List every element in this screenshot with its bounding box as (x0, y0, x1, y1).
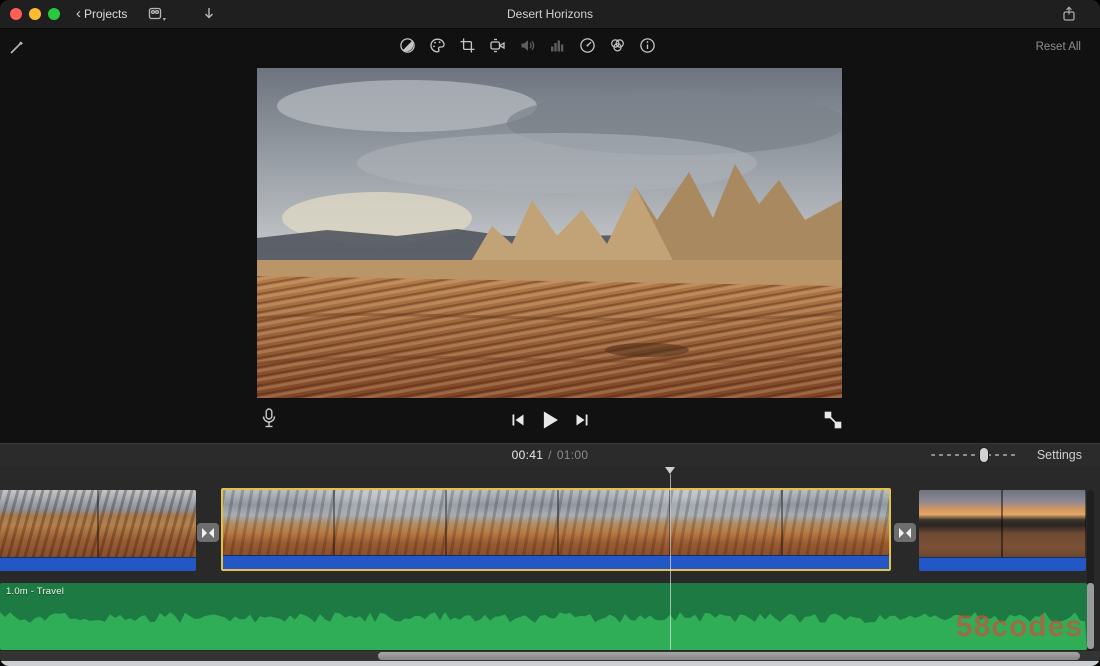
timeline-clip-1[interactable] (0, 490, 196, 571)
time-separator: / (548, 448, 552, 462)
play-button[interactable] (539, 409, 561, 434)
color-correction-icon[interactable] (429, 37, 446, 54)
crop-icon[interactable] (459, 37, 476, 54)
adjustment-toolbar (399, 37, 656, 54)
transition-icon[interactable] (197, 523, 219, 542)
color-balance-icon[interactable] (399, 37, 416, 54)
chevron-left-icon: ‹ (76, 6, 81, 21)
timeline-controls: Settings (931, 444, 1088, 466)
total-time: 01:00 (557, 448, 589, 462)
transition-icon[interactable] (894, 523, 916, 542)
titlebar: ‹ Projects Desert Horizons (0, 0, 1100, 29)
viewer-area: Reset All (0, 29, 1100, 443)
fullscreen-expand-icon[interactable] (821, 408, 845, 432)
playhead-handle[interactable] (665, 467, 675, 474)
music-clip-label: 1.0m - Travel (6, 586, 64, 597)
watermark-text: 58codes (956, 610, 1083, 644)
volume-icon[interactable] (519, 37, 536, 54)
speed-icon[interactable] (579, 37, 596, 54)
clip-info-icon[interactable] (639, 37, 656, 54)
zoom-slider-track (931, 454, 1019, 456)
download-icon[interactable] (201, 6, 221, 22)
back-to-projects-label: Projects (84, 7, 127, 21)
background-music-clip[interactable]: 1.0m - Travel (0, 583, 1087, 650)
zoom-window-button[interactable] (48, 8, 60, 20)
vertical-scrollbar[interactable] (1087, 490, 1094, 651)
video-preview (257, 68, 842, 398)
current-time: 00:41 (512, 448, 544, 462)
minimize-window-button[interactable] (29, 8, 41, 20)
skip-back-button[interactable] (510, 412, 526, 431)
timecode-bar: 00:41 / 01:00 Settings (0, 443, 1100, 467)
import-media-icon[interactable] (148, 6, 168, 22)
timeline[interactable]: 1.0m - Travel 58codes (0, 466, 1100, 661)
timeline-zoom-slider[interactable] (931, 448, 1019, 462)
playhead-line (670, 474, 671, 650)
imovie-window: ‹ Projects Desert Horizons (0, 0, 1100, 666)
clip-2-thumbnails (223, 490, 889, 556)
clip-filter-icon[interactable] (609, 37, 626, 54)
playback-controls (510, 409, 590, 434)
close-window-button[interactable] (10, 8, 22, 20)
desert-landscape-image (257, 68, 842, 398)
horizontal-scrollbar[interactable] (0, 651, 1100, 661)
vertical-scrollbar-thumb[interactable] (1087, 583, 1094, 649)
clip-1-thumbnails (0, 490, 196, 558)
back-to-projects-button[interactable]: ‹ Projects (72, 4, 131, 24)
share-icon[interactable] (1060, 5, 1078, 23)
timeline-clip-3[interactable] (919, 490, 1086, 571)
clip-3-thumbnails (919, 490, 1086, 558)
settings-button[interactable]: Settings (1031, 447, 1088, 463)
reset-all-button[interactable]: Reset All (1030, 40, 1087, 54)
horizontal-scrollbar-thumb[interactable] (378, 652, 1080, 660)
clip-2-audio-strip (223, 555, 889, 569)
record-voiceover-button[interactable] (259, 407, 279, 431)
clip-1-audio-strip (0, 557, 196, 571)
window-bottom-edge (0, 661, 1100, 666)
skip-forward-button[interactable] (574, 412, 590, 431)
timeline-clip-2-selected[interactable] (221, 488, 891, 571)
zoom-slider-thumb[interactable] (980, 448, 988, 462)
enhance-wand-icon[interactable] (8, 39, 25, 56)
noise-reduction-icon[interactable] (549, 37, 566, 54)
stabilization-icon[interactable] (489, 37, 506, 54)
clip-3-audio-strip (919, 557, 1086, 571)
